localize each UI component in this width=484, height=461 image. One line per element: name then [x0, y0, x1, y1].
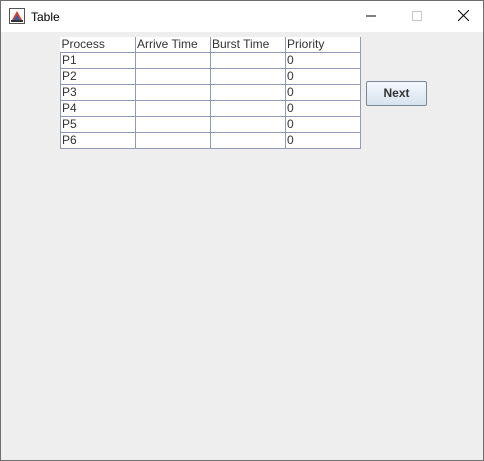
table-row[interactable]: P5 0 — [60, 116, 361, 133]
process-table[interactable]: Process Arrive Time Burst Time Priority … — [60, 37, 361, 149]
column-header-process[interactable]: Process — [60, 37, 136, 53]
cell-burst-time[interactable] — [210, 100, 286, 117]
cell-burst-time[interactable] — [210, 132, 286, 149]
minimize-icon — [366, 8, 376, 26]
column-header-burst-time[interactable]: Burst Time — [210, 37, 286, 53]
cell-process[interactable]: P5 — [60, 116, 136, 133]
cell-priority[interactable]: 0 — [285, 100, 361, 117]
cell-burst-time[interactable] — [210, 84, 286, 101]
table-row[interactable]: P4 0 — [60, 100, 361, 117]
window-title: Table — [31, 10, 60, 24]
cell-burst-time[interactable] — [210, 52, 286, 69]
close-button[interactable] — [440, 1, 484, 32]
cell-arrive-time[interactable] — [135, 84, 211, 101]
cell-arrive-time[interactable] — [135, 68, 211, 85]
cell-process[interactable]: P4 — [60, 100, 136, 117]
cell-burst-time[interactable] — [210, 116, 286, 133]
column-header-arrive-time[interactable]: Arrive Time — [135, 37, 211, 53]
table-row[interactable]: P2 0 — [60, 68, 361, 85]
title-bar[interactable]: Table — [1, 1, 483, 32]
cell-process[interactable]: P3 — [60, 84, 136, 101]
maximize-icon — [412, 8, 422, 26]
cell-arrive-time[interactable] — [135, 52, 211, 69]
cell-priority[interactable]: 0 — [285, 84, 361, 101]
table-row[interactable]: P1 0 — [60, 52, 361, 69]
close-icon — [457, 8, 469, 26]
table-row[interactable]: P3 0 — [60, 84, 361, 101]
cell-arrive-time[interactable] — [135, 116, 211, 133]
cell-arrive-time[interactable] — [135, 100, 211, 117]
next-button[interactable]: Next — [366, 81, 427, 106]
cell-priority[interactable]: 0 — [285, 132, 361, 149]
table-header-row: Process Arrive Time Burst Time Priority — [60, 37, 361, 53]
cell-burst-time[interactable] — [210, 68, 286, 85]
column-header-priority[interactable]: Priority — [285, 37, 361, 53]
cell-priority[interactable]: 0 — [285, 68, 361, 85]
maximize-button[interactable] — [394, 1, 440, 32]
app-window: Table Process Arrive Time Burst Time Pri… — [0, 0, 484, 461]
table-row[interactable]: P6 0 — [60, 132, 361, 149]
cell-process[interactable]: P6 — [60, 132, 136, 149]
cell-process[interactable]: P1 — [60, 52, 136, 69]
minimize-button[interactable] — [348, 1, 394, 32]
java-app-icon — [9, 8, 25, 24]
cell-process[interactable]: P2 — [60, 68, 136, 85]
cell-priority[interactable]: 0 — [285, 116, 361, 133]
cell-priority[interactable]: 0 — [285, 52, 361, 69]
cell-arrive-time[interactable] — [135, 132, 211, 149]
